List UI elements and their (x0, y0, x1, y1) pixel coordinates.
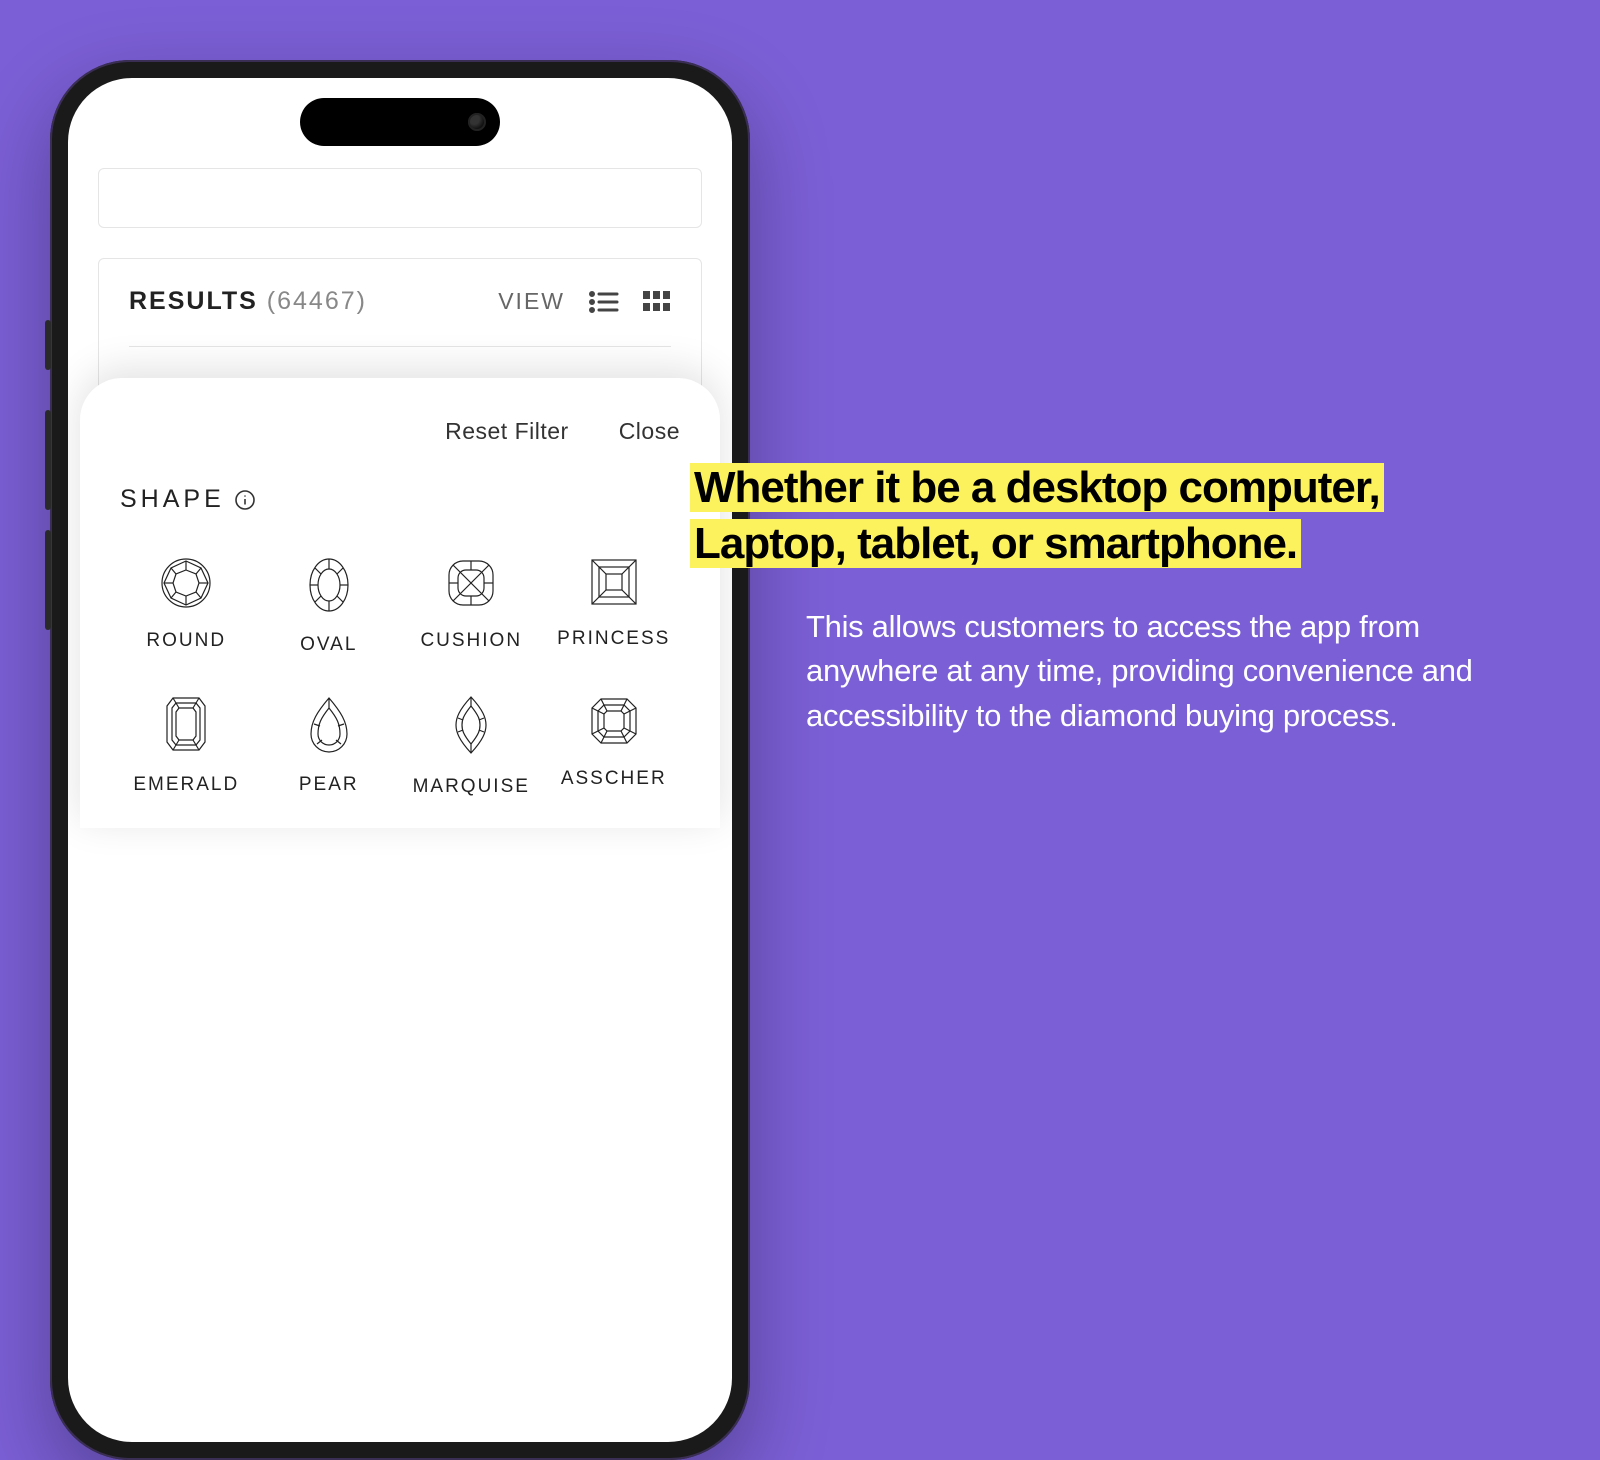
shape-label: OVAL (300, 634, 357, 656)
shape-heading-label: SHAPE (120, 485, 225, 514)
results-title: RESULTS (64467) (129, 287, 367, 316)
shape-label: EMERALD (133, 774, 239, 796)
shape-label: CUSHION (420, 630, 522, 652)
asscher-diamond-icon (587, 694, 641, 748)
round-diamond-icon (159, 556, 213, 610)
shape-option-princess[interactable]: PRINCESS (548, 556, 681, 656)
shape-label: PRINCESS (557, 628, 670, 650)
grid-view-icon[interactable] (643, 291, 671, 313)
shape-option-marquise[interactable]: MARQUISE (405, 694, 538, 798)
oval-diamond-icon (307, 556, 351, 614)
shape-option-cushion[interactable]: CUSHION (405, 556, 538, 656)
results-header: RESULTS (64467) VIEW (129, 287, 671, 347)
shape-label: ASSCHER (561, 768, 667, 790)
view-toggle-group: VIEW (498, 288, 671, 315)
info-icon[interactable] (235, 490, 255, 510)
shape-option-oval[interactable]: OVAL (263, 556, 396, 656)
shape-option-asscher[interactable]: ASSCHER (548, 694, 681, 798)
shape-option-pear[interactable]: PEAR (263, 694, 396, 798)
search-card-placeholder (98, 168, 702, 228)
marquise-diamond-icon (453, 694, 489, 756)
emerald-diamond-icon (163, 694, 209, 754)
shape-label: MARQUISE (413, 776, 530, 798)
list-view-icon[interactable] (589, 290, 619, 314)
view-label: VIEW (498, 288, 565, 315)
shape-heading: SHAPE (120, 485, 680, 514)
marketing-body: This allows customers to access the app … (806, 605, 1506, 739)
shape-filter-sheet: Reset Filter Close SHAPE (80, 378, 720, 828)
sheet-actions: Reset Filter Close (120, 418, 680, 445)
phone-screen: RESULTS (64467) VIEW (68, 78, 732, 1442)
phone-volume-up (45, 410, 51, 510)
pear-diamond-icon (307, 694, 351, 754)
phone-side-button (45, 320, 51, 370)
shape-option-round[interactable]: ROUND (120, 556, 253, 656)
reset-filter-button[interactable]: Reset Filter (445, 418, 569, 445)
results-count: (64467) (267, 287, 367, 315)
headline-line-2: Laptop, tablet, or smartphone. (690, 519, 1301, 568)
phone-mockup: RESULTS (64467) VIEW (50, 60, 750, 1460)
phone-volume-down (45, 530, 51, 630)
marketing-headline: Whether it be a desktop computer, Laptop… (690, 460, 1540, 573)
headline-line-1: Whether it be a desktop computer, (690, 463, 1384, 512)
results-label: RESULTS (129, 287, 258, 315)
marketing-panel: Whether it be a desktop computer, Laptop… (690, 460, 1540, 739)
dynamic-island (300, 98, 500, 146)
princess-diamond-icon (588, 556, 640, 608)
shape-label: PEAR (299, 774, 359, 796)
close-button[interactable]: Close (619, 418, 680, 445)
shape-option-emerald[interactable]: EMERALD (120, 694, 253, 798)
front-camera (468, 113, 486, 131)
cushion-diamond-icon (444, 556, 498, 610)
shape-label: ROUND (146, 630, 226, 652)
shape-grid: ROUND OVAL (120, 556, 680, 798)
